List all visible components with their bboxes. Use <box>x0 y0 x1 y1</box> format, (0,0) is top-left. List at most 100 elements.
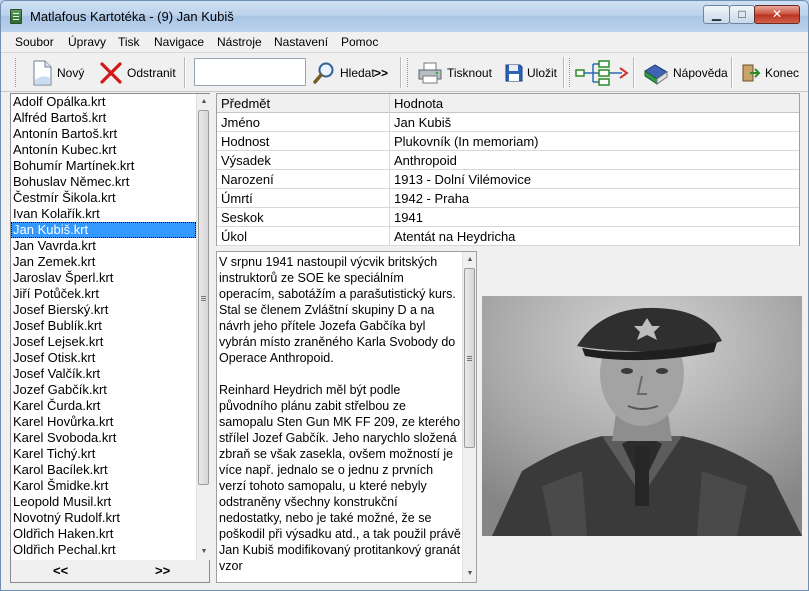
property-key: Výsadek <box>221 153 271 168</box>
list-item[interactable]: Jaroslav Šperl.krt <box>11 270 196 286</box>
close-button[interactable]: ✕ <box>754 5 800 24</box>
scroll-thumb[interactable] <box>464 268 475 448</box>
menu-upravy[interactable]: Úpravy <box>68 35 106 49</box>
list-item[interactable]: Adolf Opálka.krt <box>11 94 196 110</box>
tree-navigation-button[interactable] <box>575 58 629 87</box>
pager: << >> <box>11 560 209 582</box>
list-item[interactable]: Josef Bierský.krt <box>11 302 196 318</box>
list-item[interactable]: Leopold Musil.krt <box>11 494 196 510</box>
list-item[interactable]: Karel Čurda.krt <box>11 398 196 414</box>
table-row[interactable]: Úmrtí 1942 - Praha <box>217 189 799 208</box>
property-key: Úmrtí <box>221 191 253 206</box>
exit-button[interactable]: Konec <box>741 58 799 87</box>
scroll-thumb[interactable] <box>198 110 209 485</box>
list-item[interactable]: Bohumír Martínek.krt <box>11 158 196 174</box>
table-row[interactable]: Úkol Atentát na Heydricha <box>217 227 799 246</box>
menu-pomoc[interactable]: Pomoc <box>341 35 378 49</box>
tree-structure-icon <box>575 59 629 86</box>
list-item[interactable]: Josef Lejsek.krt <box>11 334 196 350</box>
list-item[interactable]: Jan Zemek.krt <box>11 254 196 270</box>
next-page-button[interactable]: >> <box>155 563 170 578</box>
file-list-scrollbar[interactable]: ▲ ▼ <box>196 94 210 560</box>
print-button[interactable]: Tisknout <box>417 58 492 87</box>
list-item[interactable]: Ivan Kolařík.krt <box>11 206 196 222</box>
help-button[interactable]: Nápověda <box>643 58 728 87</box>
menu-navigace[interactable]: Navigace <box>154 35 204 49</box>
description-scrollbar[interactable]: ▲ ▼ <box>462 252 476 582</box>
search-input[interactable] <box>194 58 306 86</box>
floppy-disk-icon <box>505 64 523 81</box>
property-value: Plukovník (In memoriam) <box>394 134 539 149</box>
description-text[interactable]: V srpnu 1941 nastoupil výcvik britských … <box>219 254 462 590</box>
file-list[interactable]: Adolf Opálka.krt Alfréd Bartoš.krt Antonín… <box>11 94 196 560</box>
print-button-label: Tisknout <box>447 65 492 80</box>
delete-button[interactable]: Odstranit <box>99 58 176 87</box>
property-value: Anthropoid <box>394 153 457 168</box>
table-row[interactable]: Hodnost Plukovník (In memoriam) <box>217 132 799 151</box>
column-header-subject[interactable]: Předmět <box>221 96 270 111</box>
list-item[interactable]: Karel Hovůrka.krt <box>11 414 196 430</box>
find-next-button[interactable]: >> <box>374 58 388 87</box>
table-row[interactable]: Narození 1913 - Dolní Vilémovice <box>217 170 799 189</box>
scroll-down-arrow-icon[interactable]: ▼ <box>463 566 477 582</box>
list-item[interactable]: Karel Tichý.krt <box>11 446 196 462</box>
find-button[interactable]: Hledat <box>312 58 375 87</box>
menu-nastaveni[interactable]: Nastavení <box>274 35 328 49</box>
list-item[interactable]: Jan Vavrda.krt <box>11 238 196 254</box>
help-books-icon <box>644 63 668 85</box>
menu-bar: Soubor Úpravy Tisk Navigace Nástroje Nas… <box>1 32 808 53</box>
table-row[interactable]: Seskok 1941 <box>217 208 799 227</box>
magnifier-icon <box>313 62 334 84</box>
scroll-down-arrow-icon[interactable]: ▼ <box>197 544 211 560</box>
minimize-button[interactable]: ▁ <box>703 5 730 24</box>
list-item[interactable]: Karol Bacílek.krt <box>11 462 196 478</box>
list-item[interactable]: Jiří Potůček.krt <box>11 286 196 302</box>
exit-door-icon <box>742 64 761 81</box>
new-button[interactable]: Nový <box>31 58 84 87</box>
save-button[interactable]: Uložit <box>505 58 557 87</box>
table-row[interactable]: Výsadek Anthropoid <box>217 151 799 170</box>
property-value: 1913 - Dolní Vilémovice <box>394 172 532 187</box>
delete-x-icon <box>100 61 122 84</box>
list-item[interactable]: Antonín Kubec.krt <box>11 142 196 158</box>
list-item[interactable]: Jozef Gabčík.krt <box>11 382 196 398</box>
scroll-up-arrow-icon[interactable]: ▲ <box>197 94 211 110</box>
property-key: Hodnost <box>221 134 270 149</box>
list-item[interactable]: Alfréd Bartoš.krt <box>11 110 196 126</box>
main-window: Matlafous Kartotéka - (9) Jan Kubiš ▁ □ … <box>0 0 809 591</box>
property-key: Narození <box>221 172 274 187</box>
property-value: 1941 <box>394 210 423 225</box>
list-item[interactable]: Josef Bublík.krt <box>11 318 196 334</box>
menu-soubor[interactable]: Soubor <box>15 35 54 49</box>
list-item[interactable]: Antonín Bartoš.krt <box>11 126 196 142</box>
list-item[interactable]: Oldřich Haken.krt <box>11 526 196 542</box>
prev-page-button[interactable]: << <box>53 563 68 578</box>
app-card-icon <box>10 9 22 24</box>
toolbar: Nový Odstranit Hledat >> Tisknout Uložit… <box>1 53 808 92</box>
list-item[interactable]: Josef Valčík.krt <box>11 366 196 382</box>
maximize-button[interactable]: □ <box>729 5 755 24</box>
menu-tisk[interactable]: Tisk <box>118 35 140 49</box>
new-button-label: Nový <box>57 65 85 80</box>
list-item[interactable]: Oldřich Pechal.krt <box>11 542 196 558</box>
list-item[interactable]: Čestmír Šikola.krt <box>11 190 196 206</box>
list-item[interactable]: Karel Svoboda.krt <box>11 430 196 446</box>
list-item[interactable]: Karol Šmidke.krt <box>11 478 196 494</box>
menu-nastroje[interactable]: Nástroje <box>217 35 262 49</box>
list-item[interactable]: Novotný Rudolf.krt <box>11 510 196 526</box>
find-button-label: Hledat <box>340 65 375 80</box>
new-document-icon <box>33 60 52 85</box>
table-row[interactable]: Jméno Jan Kubiš <box>217 113 799 132</box>
list-item[interactable]: Bohuslav Němec.krt <box>11 174 196 190</box>
property-key: Úkol <box>221 229 248 244</box>
column-header-value[interactable]: Hodnota <box>394 96 443 111</box>
list-item[interactable]: Josef Otisk.krt <box>11 350 196 366</box>
description-panel: V srpnu 1941 nastoupil výcvik britských … <box>216 251 477 583</box>
property-value: Atentát na Heydricha <box>394 229 516 244</box>
list-item[interactable]: Jan Kubiš.krt <box>11 222 196 238</box>
title-bar[interactable]: Matlafous Kartotéka - (9) Jan Kubiš ▁ □ … <box>1 1 808 32</box>
printer-icon <box>418 62 442 83</box>
save-button-label: Uložit <box>527 65 558 80</box>
file-list-panel: Adolf Opálka.krt Alfréd Bartoš.krt Antonín… <box>10 93 210 583</box>
scroll-up-arrow-icon[interactable]: ▲ <box>463 252 477 268</box>
